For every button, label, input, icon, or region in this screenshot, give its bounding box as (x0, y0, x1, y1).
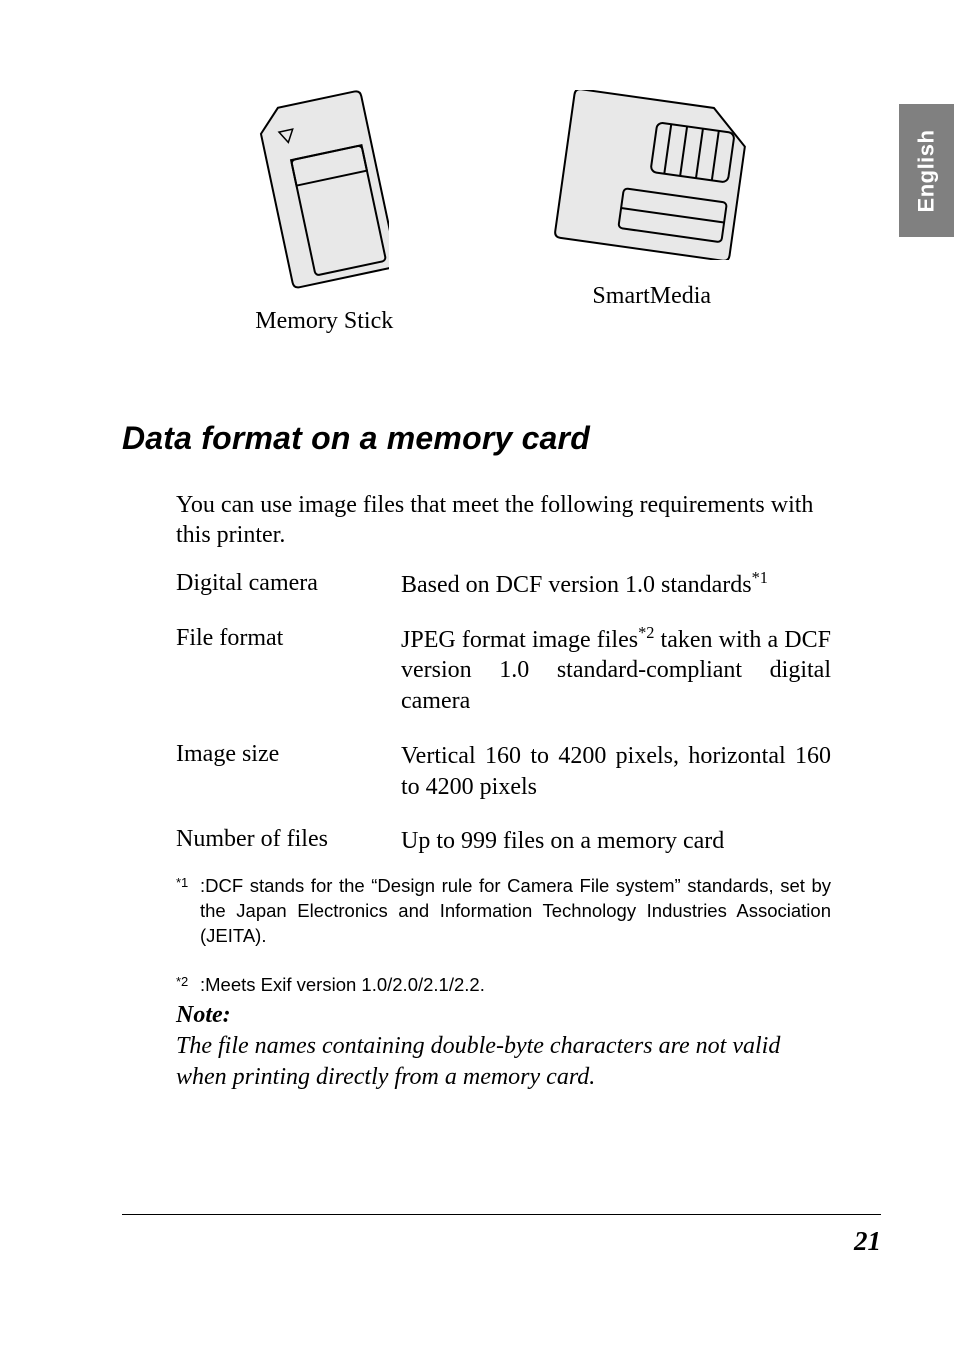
footnote-2: *2 :Meets Exif version 1.0/2.0/2.1/2.2. (176, 973, 831, 998)
language-tab-label: English (914, 129, 940, 212)
spec-row-file-format: File format JPEG format image files*2 ta… (176, 625, 831, 717)
spec-value-text: JPEG format image files (401, 627, 638, 653)
language-tab: English (899, 104, 954, 237)
spec-label: Image size (176, 741, 401, 768)
footnote-1: *1 :DCF stands for the “Design rule for … (176, 874, 831, 949)
figure-smartmedia: SmartMedia (552, 90, 752, 310)
spec-label: Digital camera (176, 570, 401, 597)
spec-table: Digital camera Based on DCF version 1.0 … (176, 570, 831, 881)
spec-value-text: Based on DCF version 1.0 standards (401, 572, 752, 598)
figure-memory-stick: Memory Stick (255, 90, 393, 335)
figures-row: Memory Stick (176, 90, 831, 350)
page-number: 21 (854, 1226, 881, 1257)
spec-value: JPEG format image files*2 taken with a D… (401, 625, 831, 717)
smartmedia-caption: SmartMedia (592, 283, 711, 310)
spec-value: Up to 999 files on a memory card (401, 826, 831, 857)
footnote-mark: *2 (176, 973, 188, 991)
footer-rule (122, 1214, 881, 1215)
note-text: The file names containing double-byte ch… (176, 1033, 780, 1090)
memory-stick-caption: Memory Stick (255, 308, 393, 335)
spec-row-digital-camera: Digital camera Based on DCF version 1.0 … (176, 570, 831, 601)
smartmedia-icon (552, 90, 752, 265)
memory-stick-icon (259, 90, 389, 290)
footnote-mark: *1 (176, 874, 188, 892)
page: English Memory Stick (0, 0, 954, 1349)
note-block: Note: The file names containing double-b… (176, 1000, 831, 1094)
intro-paragraph: You can use image files that meet the fo… (176, 490, 831, 550)
footnote-text: :Meets Exif version 1.0/2.0/2.1/2.2. (200, 974, 485, 995)
superscript-ref: *2 (638, 623, 654, 642)
note-label: Note: (176, 1000, 831, 1031)
spec-row-number-of-files: Number of files Up to 999 files on a mem… (176, 826, 831, 857)
spec-label: Number of files (176, 826, 401, 853)
section-heading: Data format on a memory card (122, 420, 590, 457)
superscript-ref: *1 (752, 568, 768, 587)
footnote-text: :DCF stands for the “Design rule for Cam… (200, 875, 831, 946)
spec-value: Vertical 160 to 4200 pixels, horizontal … (401, 741, 831, 802)
spec-label: File format (176, 625, 401, 652)
spec-value: Based on DCF version 1.0 standards*1 (401, 570, 831, 601)
spec-row-image-size: Image size Vertical 160 to 4200 pixels, … (176, 741, 831, 802)
